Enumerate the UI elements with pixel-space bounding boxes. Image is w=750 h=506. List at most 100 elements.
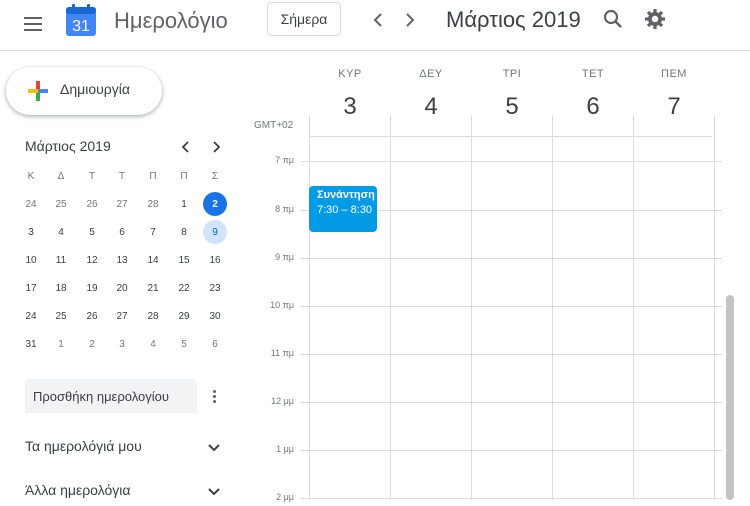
day-column-divider — [552, 115, 553, 500]
mini-calendar-day[interactable]: 16 — [203, 248, 227, 272]
main-menu-icon[interactable] — [20, 10, 48, 38]
mini-calendar-day[interactable]: 28 — [141, 192, 165, 216]
mini-weekday-label: Κ — [27, 170, 35, 182]
mini-calendar-day[interactable]: 20 — [110, 276, 134, 300]
next-week-icon[interactable] — [398, 8, 422, 32]
mini-calendar-day[interactable]: 5 — [80, 220, 104, 244]
mini-calendar-day[interactable]: 3 — [19, 220, 43, 244]
mini-calendar-day[interactable]: 24 — [19, 192, 43, 216]
time-label: 7 πμ — [275, 155, 294, 165]
mini-calendar-day[interactable]: 10 — [19, 248, 43, 272]
event-title: Συνάντηση — [317, 189, 375, 201]
other-calendars-chevron-icon[interactable] — [205, 483, 223, 501]
current-period-title: Μάρτιος 2019 — [446, 7, 581, 32]
hour-gridline — [301, 258, 722, 259]
calendar-event[interactable]: Συνάντηση 7:30 – 8:30 — [309, 186, 377, 232]
day-number-button[interactable]: 7 — [634, 93, 714, 121]
mini-calendar-day[interactable]: 6 — [203, 332, 227, 356]
mini-calendar-day[interactable]: 2 — [203, 192, 227, 216]
mini-calendar-day[interactable]: 6 — [110, 220, 134, 244]
day-name-label: ΔΕΥ — [419, 68, 443, 80]
mini-calendar-day[interactable]: 30 — [203, 304, 227, 328]
mini-calendar-day[interactable]: 26 — [80, 304, 104, 328]
mini-prev-month-icon[interactable] — [175, 136, 197, 158]
mini-calendar-day[interactable]: 18 — [49, 276, 73, 300]
timezone-label: GMT+02 — [254, 120, 294, 131]
scrollbar-thumb[interactable] — [726, 295, 734, 500]
time-label: 11 πμ — [270, 348, 294, 358]
mini-next-month-icon[interactable] — [205, 136, 227, 158]
mini-calendar-day[interactable]: 19 — [80, 276, 104, 300]
mini-calendar-day[interactable]: 1 — [172, 192, 196, 216]
mini-calendar-day[interactable]: 13 — [110, 248, 134, 272]
plus-icon — [28, 81, 48, 101]
mini-calendar-day[interactable]: 23 — [203, 276, 227, 300]
mini-calendar-day[interactable]: 14 — [141, 248, 165, 272]
create-button[interactable]: Δημιουργία — [6, 67, 162, 115]
previous-week-icon[interactable] — [366, 8, 390, 32]
search-icon[interactable] — [600, 6, 626, 32]
day-number-button[interactable]: 5 — [472, 93, 552, 121]
day-number-button[interactable]: 3 — [310, 93, 390, 121]
time-label: 9 πμ — [275, 252, 294, 262]
mini-calendar-day[interactable]: 12 — [80, 248, 104, 272]
mini-calendar-day[interactable]: 21 — [141, 276, 165, 300]
time-label: 1 μμ — [276, 444, 294, 454]
mini-calendar-day[interactable]: 1 — [49, 332, 73, 356]
mini-calendar-day[interactable]: 27 — [110, 192, 134, 216]
day-column-divider — [390, 115, 391, 500]
hour-gridline — [301, 354, 722, 355]
time-label: 8 πμ — [275, 204, 294, 214]
day-column-divider — [471, 115, 472, 500]
create-button-label: Δημιουργία — [60, 81, 130, 97]
mini-calendar-day[interactable]: 2 — [80, 332, 104, 356]
mini-calendar-title: Μάρτιος 2019 — [25, 138, 111, 154]
my-calendars-chevron-icon[interactable] — [205, 439, 223, 457]
day-number-button[interactable]: 6 — [553, 93, 633, 121]
mini-calendar-day[interactable]: 7 — [141, 220, 165, 244]
hour-gridline — [301, 450, 722, 451]
hour-gridline — [301, 161, 722, 162]
mini-calendar-day[interactable]: 11 — [49, 248, 73, 272]
mini-weekday-label: Π — [149, 170, 157, 182]
day-column-divider — [309, 115, 310, 500]
mini-weekday-label: Π — [180, 170, 188, 182]
mini-calendar-day[interactable]: 5 — [172, 332, 196, 356]
calendar-logo-icon[interactable]: 31 — [66, 4, 96, 36]
time-label: 10 πμ — [270, 300, 294, 310]
my-calendars-label[interactable]: Τα ημερολόγιά μου — [25, 438, 142, 454]
day-column-divider — [633, 115, 634, 500]
event-time: 7:30 – 8:30 — [317, 204, 373, 216]
more-options-icon[interactable] — [205, 385, 223, 407]
mini-calendar-day[interactable]: 25 — [49, 192, 73, 216]
day-name-label: ΤΕΤ — [581, 68, 605, 80]
mini-calendar-day[interactable]: 4 — [141, 332, 165, 356]
mini-calendar-day[interactable]: 26 — [80, 192, 104, 216]
mini-calendar-day[interactable]: 24 — [19, 304, 43, 328]
mini-calendar-day[interactable]: 9 — [203, 220, 227, 244]
logo-number: 31 — [72, 18, 90, 35]
mini-weekday-label: Σ — [211, 170, 219, 182]
mini-calendar-day[interactable]: 27 — [110, 304, 134, 328]
app-title: Ημερολόγιο — [114, 8, 228, 33]
mini-calendar-day[interactable]: 29 — [172, 304, 196, 328]
day-number-button[interactable]: 4 — [391, 93, 471, 121]
mini-calendar-day[interactable]: 17 — [19, 276, 43, 300]
day-name-label: ΤΡΙ — [502, 68, 522, 80]
other-calendars-label[interactable]: Άλλα ημερολόγια — [25, 482, 130, 498]
mini-calendar-day[interactable]: 15 — [172, 248, 196, 272]
today-button[interactable]: Σήμερα — [267, 2, 341, 36]
hour-gridline — [301, 306, 722, 307]
mini-calendar-day[interactable]: 8 — [172, 220, 196, 244]
mini-calendar-day[interactable]: 4 — [49, 220, 73, 244]
mini-calendar-day[interactable]: 31 — [19, 332, 43, 356]
mini-calendar-day[interactable]: 28 — [141, 304, 165, 328]
settings-gear-icon[interactable] — [642, 6, 668, 32]
add-calendar-input[interactable]: Προσθήκη ημερολογίου — [25, 379, 197, 413]
mini-calendar-day[interactable]: 25 — [49, 304, 73, 328]
mini-calendar-day[interactable]: 3 — [110, 332, 134, 356]
mini-weekday-label: Τ — [88, 170, 96, 182]
mini-calendar-day[interactable]: 22 — [172, 276, 196, 300]
mini-weekday-label: Δ — [57, 170, 65, 182]
all-day-divider — [310, 136, 712, 137]
